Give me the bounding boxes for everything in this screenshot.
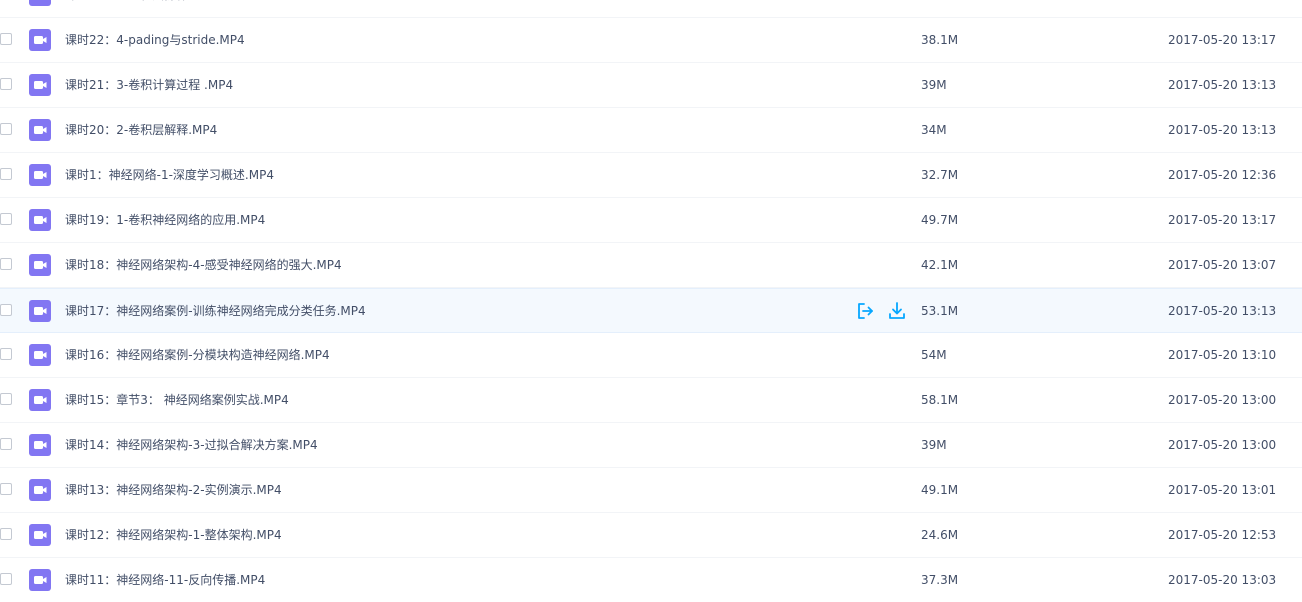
video-file-icon[interactable]	[29, 209, 51, 231]
video-file-icon[interactable]	[29, 74, 51, 96]
row-checkbox[interactable]	[0, 258, 12, 270]
video-file-icon[interactable]	[29, 569, 51, 591]
file-name[interactable]: 课时14：神经网络架构-3-过拟合解决方案.MP4	[65, 423, 318, 467]
file-size: 39M	[921, 78, 947, 92]
file-row[interactable]: 课时14：神经网络架构-3-过拟合解决方案.MP4 39M 2017-05-20 1…	[0, 423, 1302, 468]
file-date: 2017-05-20 13:13	[1168, 78, 1277, 92]
row-checkbox[interactable]	[0, 348, 12, 360]
file-row[interactable]: 课时20：2-卷积层解释.MP4 34M 2017-05-20 13:13	[0, 108, 1302, 153]
file-row[interactable]: 课时1：神经网络-1-深度学习概述.MP4 32.7M 2017-05-20 12:…	[0, 153, 1302, 198]
row-checkbox[interactable]	[0, 33, 12, 45]
file-row[interactable]: 课时18：神经网络架构-4-感受神经网络的强大.MP4 42.1M 2017-05-…	[0, 243, 1302, 288]
file-name[interactable]: 课时13：神经网络架构-2-实例演示.MP4	[65, 468, 282, 512]
file-size: 38.1M	[921, 33, 959, 47]
file-date: 2017-05-20 12:53	[1168, 528, 1277, 542]
video-file-icon[interactable]	[29, 344, 51, 366]
row-checkbox[interactable]	[0, 304, 12, 316]
file-size: 37.3M	[921, 573, 959, 587]
file-name[interactable]: 课时22：4-pading与stride.MP4	[65, 18, 245, 62]
video-file-icon[interactable]	[29, 479, 51, 501]
row-checkbox[interactable]	[0, 528, 12, 540]
file-name[interactable]: 课时16：神经网络案例-分模块构造神经网络.MP4	[65, 333, 330, 377]
file-size: 42.1M	[921, 258, 959, 272]
file-row[interactable]: 课时12：神经网络架构-1-整体架构.MP4 24.6M 2017-05-20 12…	[0, 513, 1302, 558]
file-date: 2017-05-20 12:36	[1168, 168, 1277, 182]
file-size: 53.1M	[921, 304, 959, 318]
download-icon[interactable]	[887, 301, 907, 321]
file-date: 2017-05-20 13:03	[1168, 573, 1277, 587]
row-checkbox[interactable]	[0, 573, 12, 585]
file-date: 2017-05-20 13:13	[1168, 304, 1277, 318]
file-size: 32.7M	[921, 168, 959, 182]
file-name[interactable]: 课时23：5-池化层操作.MP4	[65, 0, 217, 17]
file-date: 2017-05-20 13:10	[1168, 348, 1277, 362]
file-size: 29.5M	[921, 0, 958, 17]
row-checkbox[interactable]	[0, 213, 12, 225]
file-size: 49.1M	[921, 483, 959, 497]
file-size: 24.6M	[921, 528, 959, 542]
file-date: 2017-05-20 13:17	[1168, 0, 1276, 17]
share-icon[interactable]	[855, 301, 875, 321]
file-row[interactable]: 课时15：章节3： 神经网络案例实战.MP4 58.1M 2017-05-20 13…	[0, 378, 1302, 423]
row-checkbox[interactable]	[0, 78, 12, 90]
file-name[interactable]: 课时1：神经网络-1-深度学习概述.MP4	[65, 153, 274, 197]
row-checkbox[interactable]	[0, 438, 12, 450]
file-row[interactable]: 课时22：4-pading与stride.MP4 38.1M 2017-05-20 …	[0, 18, 1302, 63]
file-name[interactable]: 课时18：神经网络架构-4-感受神经网络的强大.MP4	[65, 243, 342, 287]
file-row[interactable]: 课时17：神经网络案例-训练神经网络完成分类任务.MP4 53.1M 2017-05…	[0, 288, 1302, 333]
video-file-icon[interactable]	[29, 119, 51, 141]
file-date: 2017-05-20 13:01	[1168, 483, 1277, 497]
video-file-icon[interactable]	[29, 434, 51, 456]
file-name[interactable]: 课时20：2-卷积层解释.MP4	[65, 108, 217, 152]
file-name[interactable]: 课时21：3-卷积计算过程 .MP4	[65, 63, 233, 107]
file-size: 54M	[921, 348, 947, 362]
file-name[interactable]: 课时11：神经网络-11-反向传播.MP4	[65, 558, 265, 602]
file-row[interactable]: 课时19：1-卷积神经网络的应用.MP4 49.7M 2017-05-20 13:1…	[0, 198, 1302, 243]
file-size: 34M	[921, 123, 947, 137]
file-row[interactable]: 课时21：3-卷积计算过程 .MP4 39M 2017-05-20 13:13	[0, 63, 1302, 108]
file-name[interactable]: 课时15：章节3： 神经网络案例实战.MP4	[65, 378, 289, 422]
video-file-icon[interactable]	[29, 300, 51, 322]
video-file-icon[interactable]	[29, 389, 51, 411]
file-date: 2017-05-20 13:17	[1168, 213, 1277, 227]
file-list: 课时23：5-池化层操作.MP429.5M2017-05-20 13:17课时2…	[0, 0, 1302, 602]
video-file-icon[interactable]	[29, 0, 51, 6]
file-size: 39M	[921, 438, 947, 452]
video-file-icon[interactable]	[29, 164, 51, 186]
file-date: 2017-05-20 13:00	[1168, 393, 1277, 407]
file-size: 58.1M	[921, 393, 959, 407]
file-rows: 课时23：5-池化层操作.MP429.5M2017-05-20 13:17课时2…	[0, 0, 1302, 602]
file-row[interactable]: 课时16：神经网络案例-分模块构造神经网络.MP4 54M 2017-05-20 1…	[0, 333, 1302, 378]
file-row[interactable]: 课时13：神经网络架构-2-实例演示.MP4 49.1M 2017-05-20 13…	[0, 468, 1302, 513]
row-checkbox[interactable]	[0, 393, 12, 405]
row-checkbox[interactable]	[0, 123, 12, 135]
file-name[interactable]: 课时17：神经网络案例-训练神经网络完成分类任务.MP4	[65, 289, 366, 333]
file-row[interactable]: 课时23：5-池化层操作.MP4 29.5M 2017-05-20 13:17	[0, 0, 1302, 18]
file-date: 2017-05-20 13:00	[1168, 438, 1277, 452]
file-date: 2017-05-20 13:07	[1168, 258, 1277, 272]
video-file-icon[interactable]	[29, 254, 51, 276]
row-checkbox[interactable]	[0, 483, 12, 495]
video-file-icon[interactable]	[29, 524, 51, 546]
file-name[interactable]: 课时19：1-卷积神经网络的应用.MP4	[65, 198, 265, 242]
file-date: 2017-05-20 13:17	[1168, 33, 1277, 47]
file-row[interactable]: 课时11：神经网络-11-反向传播.MP4 37.3M 2017-05-20 13:…	[0, 558, 1302, 602]
row-checkbox[interactable]	[0, 168, 12, 180]
file-name[interactable]: 课时12：神经网络架构-1-整体架构.MP4	[65, 513, 282, 557]
video-file-icon[interactable]	[29, 29, 51, 51]
file-date: 2017-05-20 13:13	[1168, 123, 1277, 137]
file-size: 49.7M	[921, 213, 959, 227]
